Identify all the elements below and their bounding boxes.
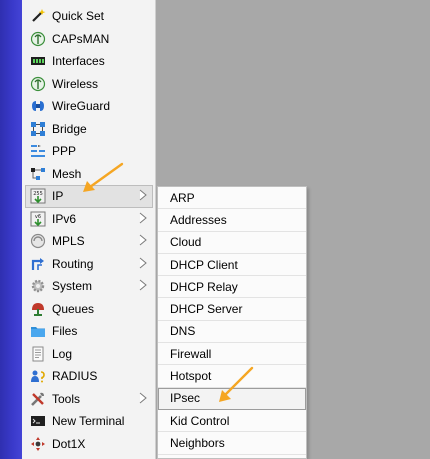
submenu-item-arp[interactable]: ARP bbox=[158, 187, 306, 210]
menu-item-new-terminal[interactable]: New Terminal bbox=[25, 410, 153, 433]
menu-item-system[interactable]: System bbox=[25, 275, 153, 298]
menu-item-label: CAPsMAN bbox=[52, 31, 110, 46]
dot1x-icon bbox=[30, 436, 46, 452]
main-menu-list: Quick Set CAPsMAN Interfaces Wireless Wi bbox=[25, 5, 153, 455]
menu-item-label: IPv6 bbox=[52, 211, 77, 226]
tools-icon bbox=[30, 391, 46, 407]
submenu-item-ipsec[interactable]: IPsec bbox=[158, 387, 306, 410]
interface-icon bbox=[30, 53, 46, 69]
menu-item-label: PPP bbox=[52, 144, 77, 159]
menu-item-label: IP bbox=[52, 189, 64, 204]
submenu-item-addresses[interactable]: Addresses bbox=[158, 209, 306, 232]
menu-item-radius[interactable]: RADIUS bbox=[25, 365, 153, 388]
submenu-arrow-icon bbox=[138, 189, 148, 201]
submenu-item-label: Kid Control bbox=[170, 413, 230, 428]
submenu-arrow-icon bbox=[138, 212, 148, 224]
log-icon bbox=[30, 346, 46, 362]
submenu-item-label: DHCP Server bbox=[170, 302, 243, 317]
menu-item-ppp[interactable]: PPP bbox=[25, 140, 153, 163]
menu-item-label: Tools bbox=[52, 391, 81, 406]
submenu-item-label: ARP bbox=[170, 190, 195, 205]
mpls-icon bbox=[30, 233, 46, 249]
menu-item-label: Files bbox=[52, 324, 78, 339]
folder-icon bbox=[30, 323, 46, 339]
antenna-icon bbox=[30, 76, 46, 92]
menu-item-label: Mesh bbox=[52, 166, 82, 181]
menu-item-label: Interfaces bbox=[52, 54, 105, 69]
menu-item-ipv6[interactable]: v6 IPv6 bbox=[25, 208, 153, 231]
menu-item-routing[interactable]: Routing bbox=[25, 253, 153, 276]
submenu-item-hotspot[interactable]: Hotspot bbox=[158, 365, 306, 388]
submenu-item-dhcp-server[interactable]: DHCP Server bbox=[158, 298, 306, 321]
sidebar-strip bbox=[0, 0, 22, 459]
menu-item-files[interactable]: Files bbox=[25, 320, 153, 343]
menu-item-label: Wireless bbox=[52, 76, 99, 91]
menu-item-label: Bridge bbox=[52, 121, 87, 136]
menu-item-label: System bbox=[52, 279, 93, 294]
ip-submenu: ARP Addresses Cloud DHCP Client DHCP Rel… bbox=[157, 186, 307, 459]
submenu-item-label: DNS bbox=[170, 324, 196, 339]
submenu-arrow-icon bbox=[138, 279, 148, 291]
radius-icon bbox=[30, 368, 46, 384]
menu-item-mpls[interactable]: MPLS bbox=[25, 230, 153, 253]
menu-item-tools[interactable]: Tools bbox=[25, 388, 153, 411]
menu-item-mesh[interactable]: Mesh bbox=[25, 163, 153, 186]
menu-item-label: RADIUS bbox=[52, 369, 98, 384]
bridge-icon bbox=[30, 121, 46, 137]
menu-item-queues[interactable]: Queues bbox=[25, 298, 153, 321]
menu-item-label: WireGuard bbox=[52, 99, 111, 114]
queues-icon bbox=[30, 301, 46, 317]
submenu-item-dns[interactable]: DNS bbox=[158, 321, 306, 344]
routing-icon bbox=[30, 256, 46, 272]
wand-icon bbox=[30, 8, 46, 24]
menu-item-label: Log bbox=[52, 346, 73, 361]
submenu-item-dhcp-relay[interactable]: DHCP Relay bbox=[158, 276, 306, 299]
system-icon bbox=[30, 278, 46, 294]
submenu-item-label: DHCP Client bbox=[170, 257, 238, 272]
ip-icon: 255 bbox=[30, 188, 46, 204]
menu-item-label: Routing bbox=[52, 256, 94, 271]
menu-item-dot1x[interactable]: Dot1X bbox=[25, 433, 153, 456]
wireguard-icon bbox=[30, 98, 46, 114]
antenna-icon bbox=[30, 31, 46, 47]
menu-item-wireguard[interactable]: WireGuard bbox=[25, 95, 153, 118]
submenu-item-firewall[interactable]: Firewall bbox=[158, 343, 306, 366]
menu-item-label: Dot1X bbox=[52, 436, 86, 451]
menu-item-quick-set[interactable]: Quick Set bbox=[25, 5, 153, 28]
menu-item-log[interactable]: Log bbox=[25, 343, 153, 366]
menu-item-label: Quick Set bbox=[52, 9, 105, 24]
mesh-icon bbox=[30, 166, 46, 182]
menu-item-label: MPLS bbox=[52, 234, 85, 249]
terminal-icon bbox=[30, 413, 46, 429]
submenu-item-label: Addresses bbox=[170, 212, 227, 227]
submenu-item-label: Hotspot bbox=[170, 369, 212, 384]
menu-item-label: New Terminal bbox=[52, 414, 125, 429]
submenu-item-neighbors[interactable]: Neighbors bbox=[158, 432, 306, 455]
menu-item-wireless[interactable]: Wireless bbox=[25, 73, 153, 96]
ipv6-icon: v6 bbox=[30, 211, 46, 227]
ppp-icon bbox=[30, 143, 46, 159]
submenu-arrow-icon bbox=[138, 257, 148, 269]
menu-item-capsman[interactable]: CAPsMAN bbox=[25, 28, 153, 51]
menu-item-ip[interactable]: 255 IP bbox=[25, 185, 153, 208]
menu-item-label: Queues bbox=[52, 301, 95, 316]
submenu-item-cloud[interactable]: Cloud bbox=[158, 232, 306, 254]
submenu-item-dhcp-client[interactable]: DHCP Client bbox=[158, 254, 306, 277]
submenu-arrow-icon bbox=[138, 392, 148, 404]
menu-item-bridge[interactable]: Bridge bbox=[25, 118, 153, 141]
menu-item-interfaces[interactable]: Interfaces bbox=[25, 50, 153, 73]
main-menu: Quick Set CAPsMAN Interfaces Wireless Wi bbox=[22, 0, 156, 459]
submenu-arrow-icon bbox=[138, 234, 148, 246]
submenu-item-label: Firewall bbox=[170, 346, 212, 361]
submenu-item-label: IPsec bbox=[170, 391, 201, 406]
submenu-item-label: Neighbors bbox=[170, 435, 225, 450]
submenu-item-kid-control[interactable]: Kid Control bbox=[158, 410, 306, 433]
submenu-item-label: Cloud bbox=[170, 235, 202, 250]
submenu-item-label: DHCP Relay bbox=[170, 279, 238, 294]
